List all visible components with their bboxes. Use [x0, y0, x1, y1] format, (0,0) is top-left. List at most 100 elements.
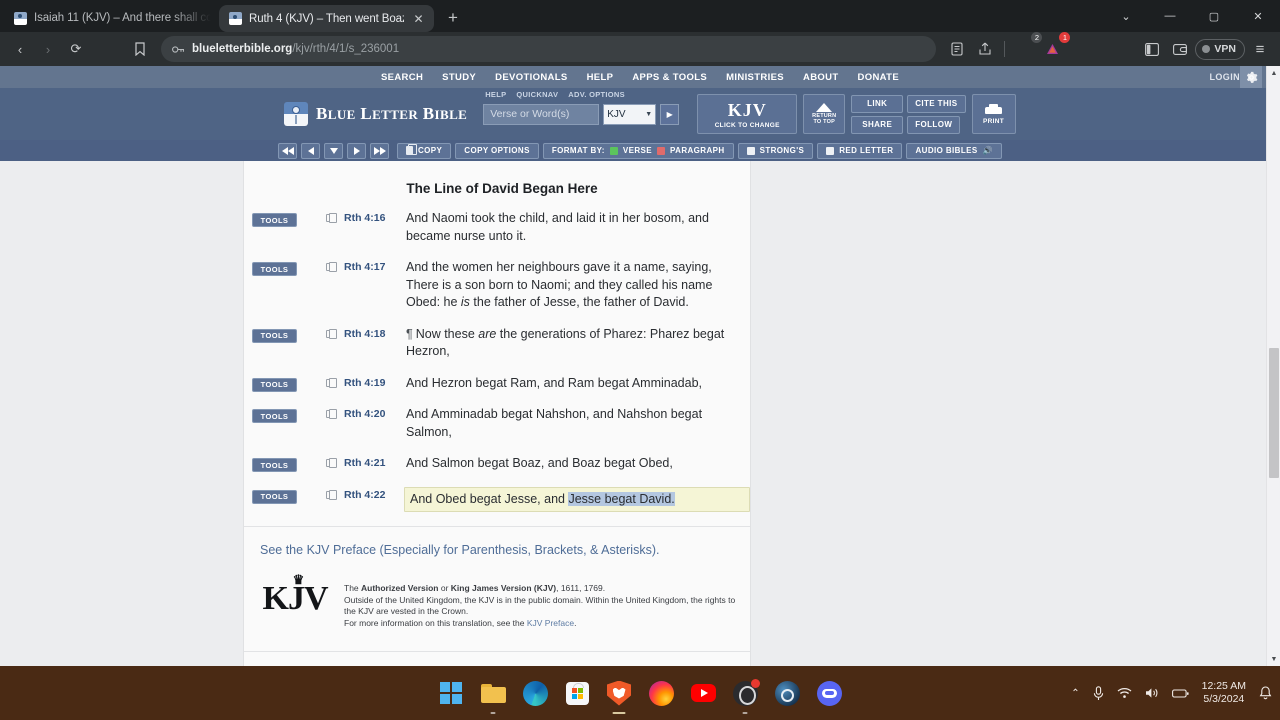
firefox-button[interactable] — [648, 680, 674, 706]
bookmark-icon[interactable] — [127, 36, 153, 62]
wallet-icon[interactable] — [1167, 36, 1193, 62]
reload-icon[interactable]: ⟳ — [63, 36, 89, 62]
microsoft-edge-button[interactable] — [522, 680, 548, 706]
copy-verse-button[interactable] — [321, 328, 337, 339]
tray-overflow-icon[interactable]: ⌃ — [1071, 688, 1079, 699]
version-change-button[interactable]: KJV CLICK TO CHANGE — [697, 94, 798, 134]
copy-button[interactable]: COPY — [397, 142, 452, 159]
window-close-button[interactable]: ✕ — [1236, 0, 1280, 32]
login-button[interactable]: LOGIN — [1210, 66, 1241, 88]
audio-bibles-button[interactable]: AUDIO BIBLES 🔊 — [906, 142, 1002, 159]
verse-reference[interactable]: Rth 4:17 — [344, 261, 398, 273]
tools-button[interactable]: TOOLS — [252, 377, 297, 392]
site-settings-icon[interactable] — [171, 42, 185, 56]
cite-this-button[interactable]: CITE THIS — [907, 94, 966, 113]
red-letter-checkbox[interactable] — [826, 146, 835, 155]
new-tab-button[interactable]: + — [440, 5, 466, 31]
copy-verse-button[interactable] — [321, 409, 337, 419]
tools-button[interactable]: TOOLS — [252, 458, 297, 472]
follow-button[interactable]: FOLLOW — [907, 115, 961, 134]
verse-reference[interactable]: Rth 4:18 — [344, 328, 398, 340]
share-icon[interactable] — [972, 36, 998, 62]
share-button[interactable]: SHARE — [851, 115, 904, 134]
tab-search-button[interactable]: ⌄ — [1104, 0, 1148, 32]
kjv-preface-inline-link[interactable]: KJV Preface — [527, 618, 574, 628]
vpn-button[interactable]: VPN — [1195, 38, 1245, 60]
address-bar[interactable]: blueletterbible.org/kjv/rth/4/1/s_236001 — [161, 36, 937, 62]
copy-verse-button[interactable] — [321, 458, 337, 468]
verse-reference[interactable]: Rth 4:16 — [344, 212, 398, 224]
nav-about[interactable]: ABOUT — [803, 72, 839, 83]
taskbar-clock[interactable]: 12:25 AM 5/3/2024 — [1202, 680, 1246, 706]
nav-donate[interactable]: DONATE — [858, 72, 900, 83]
brave-rewards-icon[interactable]: 1 — [1039, 32, 1071, 62]
site-logo[interactable]: BLUE LETTER BIBLE — [284, 102, 467, 126]
search-quicknav-link[interactable]: QUICKNAV — [516, 90, 558, 99]
tools-button[interactable]: TOOLS — [252, 328, 297, 343]
version-select[interactable]: KJV ▼ — [603, 103, 657, 125]
tools-button[interactable]: TOOLS — [252, 262, 297, 276]
file-explorer-button[interactable] — [480, 680, 506, 714]
browser-tab-ruth[interactable]: Ruth 4 (KJV) – Then went Boaz u ✕ — [219, 5, 434, 32]
back-icon[interactable]: ‹ — [7, 36, 33, 62]
scroll-up-icon[interactable]: ▲ — [1267, 66, 1280, 80]
kjv-preface-link[interactable]: See the KJV Preface (Especially for Pare… — [244, 543, 750, 557]
tools-button[interactable]: TOOLS — [252, 409, 297, 423]
scrollbar-thumb[interactable] — [1269, 348, 1279, 478]
wifi-icon[interactable] — [1117, 687, 1132, 699]
verse-reference[interactable]: Rth 4:22 — [344, 489, 398, 501]
notifications-bell-icon[interactable] — [1259, 686, 1272, 700]
copy-verse-button[interactable] — [321, 489, 337, 500]
verse-text[interactable]: And Obed begat Jesse, and Jesse begat Da… — [404, 486, 750, 512]
link-button[interactable]: LINK — [851, 94, 904, 113]
gear-icon[interactable] — [1240, 66, 1262, 88]
nav-ministries[interactable]: MINISTRIES — [726, 72, 784, 83]
tools-button[interactable]: TOOLS — [252, 213, 297, 227]
copy-verse-button[interactable] — [321, 262, 337, 272]
verse-reference[interactable]: Rth 4:21 — [344, 457, 398, 469]
verse-reference[interactable]: Rth 4:20 — [344, 408, 398, 420]
strongs-toggle[interactable]: STRONG'S — [737, 142, 814, 159]
maximize-button[interactable]: ▢ — [1192, 0, 1236, 32]
reading-list-icon[interactable] — [944, 36, 970, 62]
search-submit-button[interactable]: ▶ — [660, 103, 680, 125]
minimize-button[interactable]: — — [1148, 0, 1192, 32]
next-chapter-button[interactable] — [347, 142, 366, 159]
obs-studio-button[interactable] — [732, 678, 760, 714]
forward-icon[interactable]: › — [35, 36, 61, 62]
copy-verse-button[interactable] — [321, 213, 337, 223]
tools-button[interactable]: TOOLS — [252, 489, 297, 504]
verse-label[interactable]: VERSE — [623, 146, 652, 155]
first-chapter-button[interactable] — [278, 142, 297, 159]
search-adv-options-link[interactable]: ADV. OPTIONS — [568, 90, 625, 99]
brave-shields-icon[interactable]: 2 — [1011, 32, 1043, 62]
page-scrollbar[interactable]: ▲ ▼ — [1266, 66, 1280, 666]
strongs-checkbox[interactable] — [746, 146, 755, 155]
volume-icon[interactable] — [1145, 687, 1159, 699]
search-help-link[interactable]: HELP — [485, 90, 506, 99]
copy-options-button[interactable]: COPY OPTIONS — [455, 142, 539, 159]
close-icon[interactable]: ✕ — [411, 11, 426, 26]
nav-study[interactable]: STUDY — [442, 72, 476, 83]
microphone-icon[interactable] — [1093, 685, 1104, 701]
last-chapter-button[interactable] — [370, 142, 389, 159]
nav-search[interactable]: SEARCH — [381, 72, 423, 83]
start-button[interactable] — [438, 680, 464, 706]
nav-help[interactable]: HELP — [587, 72, 614, 83]
brave-browser-button[interactable] — [601, 675, 637, 714]
browser-tab-isaiah[interactable]: Isaiah 11 (KJV) – And there shall com — [4, 4, 219, 32]
steam-button[interactable] — [774, 680, 800, 706]
search-input[interactable] — [483, 103, 600, 125]
return-to-top-button[interactable]: RETURN TO TOP — [803, 94, 846, 134]
paragraph-checkbox[interactable] — [657, 146, 665, 155]
battery-icon[interactable] — [1171, 688, 1189, 699]
verse-reference[interactable]: Rth 4:19 — [344, 377, 398, 389]
jump-to-button[interactable] — [324, 142, 343, 159]
browser-menu-icon[interactable]: ≡ — [1247, 36, 1273, 62]
scroll-down-icon[interactable]: ▼ — [1267, 652, 1280, 666]
microsoft-store-button[interactable] — [564, 680, 590, 706]
sidebar-icon[interactable] — [1139, 36, 1165, 62]
verse-checkbox[interactable] — [609, 146, 618, 155]
previous-chapter-button[interactable] — [301, 142, 320, 159]
youtube-button[interactable] — [690, 680, 716, 706]
